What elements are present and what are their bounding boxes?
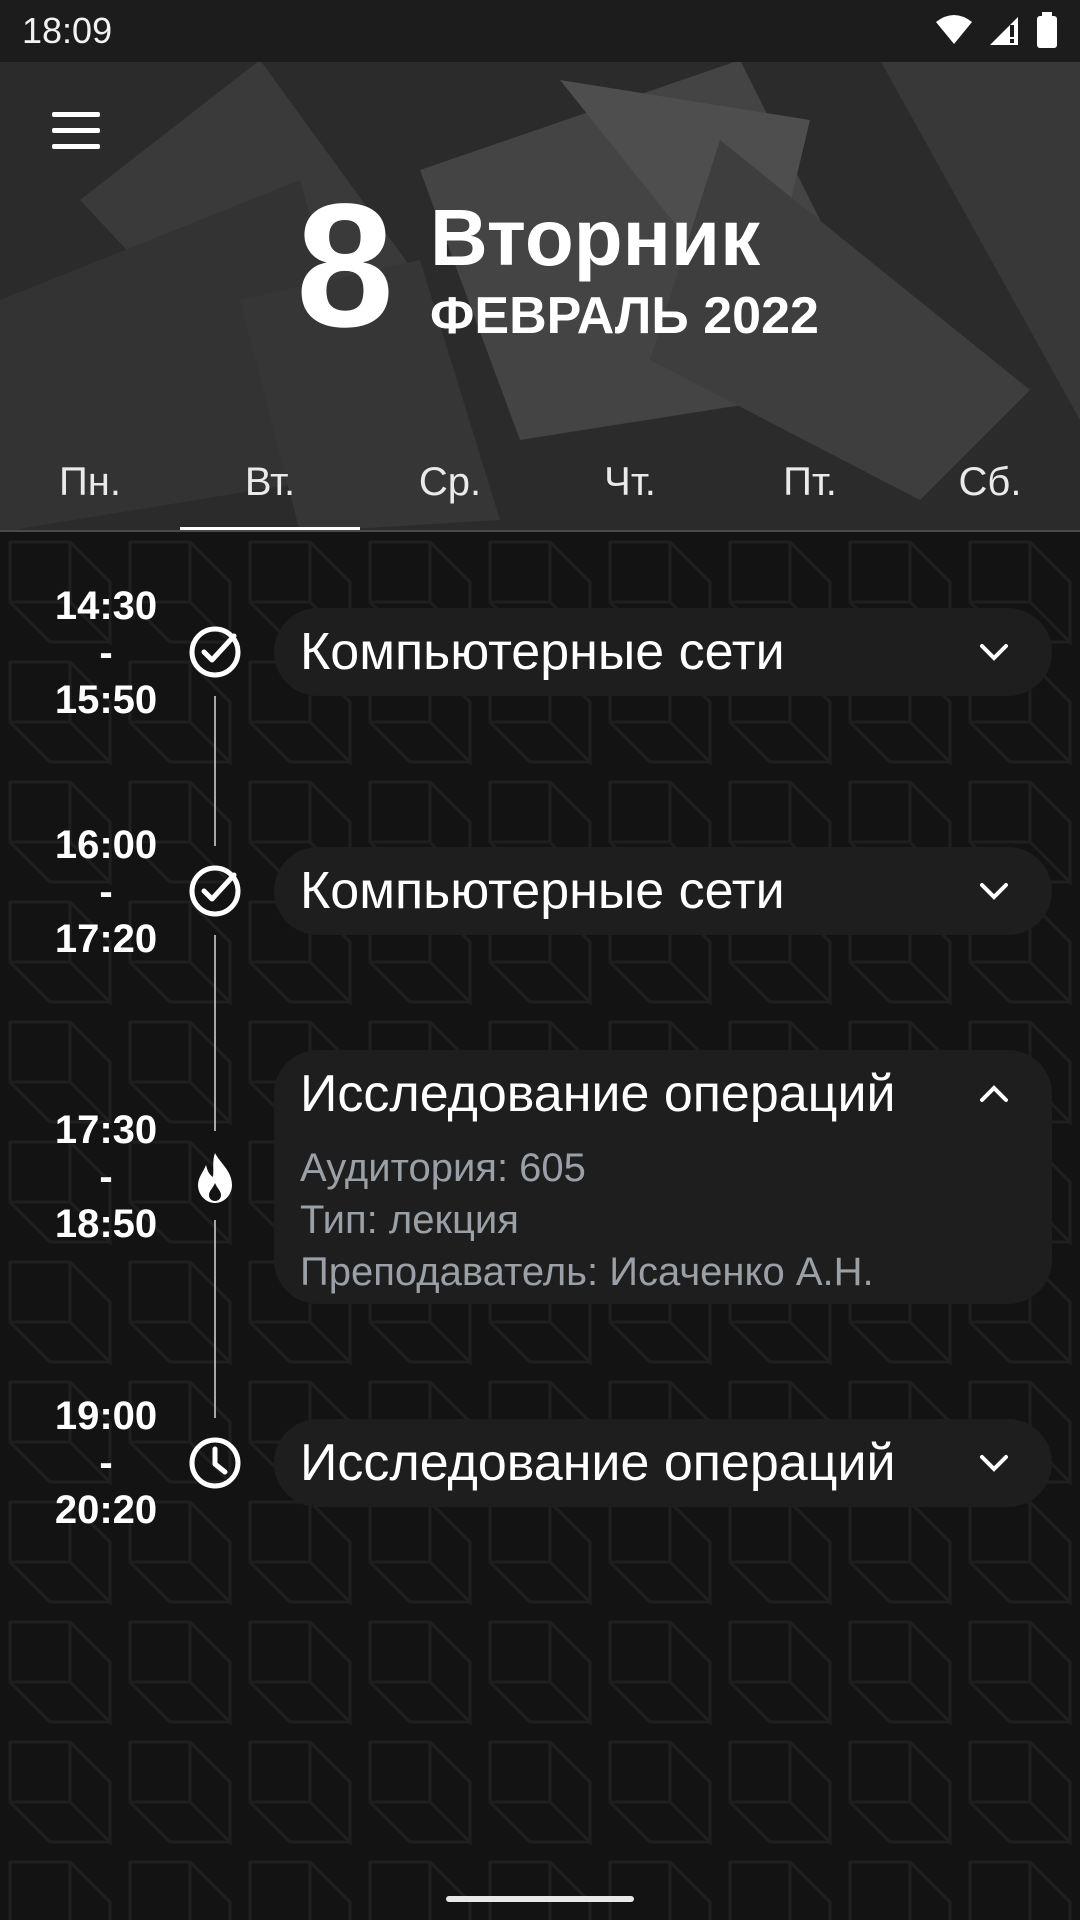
- signal-icon: [990, 17, 1018, 45]
- check-circle-icon: [189, 626, 241, 678]
- tab-friday[interactable]: Пт.: [720, 440, 900, 532]
- weekday-tabs: Пн. Вт. Ср. Чт. Пт. Сб.: [0, 440, 1080, 532]
- flame-icon: [198, 1153, 232, 1203]
- tab-wednesday[interactable]: Ср.: [360, 440, 540, 532]
- day-number: 8: [296, 168, 394, 364]
- chevron-up-icon[interactable]: [974, 1074, 1014, 1114]
- lesson-card-expanded[interactable]: Исследование операций Аудитория: 605 Тип…: [274, 1050, 1052, 1304]
- weekday-label: Вторник: [430, 193, 761, 282]
- date-header: 18:09 8 Вторник ФЕВРАЛЬ 2022 Пн. Вт. Ср.…: [0, 0, 1080, 532]
- lesson-card[interactable]: Исследование операций: [274, 1419, 1052, 1507]
- lesson-time: 14:30 - 15:50: [54, 584, 158, 722]
- lesson-time: 16:00 - 17:20: [54, 823, 158, 961]
- timeline-line: [214, 696, 216, 846]
- clock-icon: [189, 1437, 241, 1489]
- lesson-card[interactable]: Компьютерные сети: [274, 847, 1052, 935]
- chevron-down-icon[interactable]: [974, 632, 1014, 672]
- chevron-down-icon[interactable]: [974, 871, 1014, 911]
- lesson-title: Компьютерные сети: [300, 862, 785, 920]
- timeline-line: [214, 1220, 216, 1418]
- home-indicator[interactable]: [446, 1896, 634, 1902]
- lesson-title: Исследование операций: [300, 1434, 896, 1492]
- lesson-card[interactable]: Компьютерные сети: [274, 608, 1052, 696]
- lesson-type: Тип: лекция: [300, 1198, 519, 1242]
- lesson-room: Аудитория: 605: [300, 1146, 586, 1190]
- timeline-line: [214, 935, 216, 1131]
- tabs-divider: [0, 530, 1080, 532]
- lesson-time: 19:00 - 20:20: [54, 1394, 158, 1532]
- status-bar: 18:09: [0, 0, 1080, 62]
- lesson-title: Компьютерные сети: [300, 623, 785, 681]
- month-year-label: ФЕВРАЛЬ 2022: [430, 287, 819, 345]
- tab-tuesday[interactable]: Вт.: [180, 440, 360, 532]
- lesson-teacher: Преподаватель: Исаченко А.Н.: [300, 1250, 874, 1294]
- menu-button[interactable]: [52, 112, 112, 162]
- lesson-title: Исследование операций: [300, 1065, 896, 1123]
- wifi-icon: [936, 15, 972, 44]
- check-circle-icon: [189, 865, 241, 917]
- status-time: 18:09: [22, 10, 113, 51]
- tab-thursday[interactable]: Чт.: [540, 440, 720, 532]
- battery-icon: [1037, 12, 1057, 48]
- tab-monday[interactable]: Пн.: [0, 440, 180, 532]
- lesson-time: 17:30 - 18:50: [54, 1108, 158, 1246]
- chevron-down-icon[interactable]: [974, 1443, 1014, 1483]
- lesson-details: Аудитория: 605 Тип: лекция Преподаватель…: [300, 1142, 874, 1298]
- tab-saturday[interactable]: Сб.: [900, 440, 1080, 532]
- menu-icon: [52, 112, 100, 117]
